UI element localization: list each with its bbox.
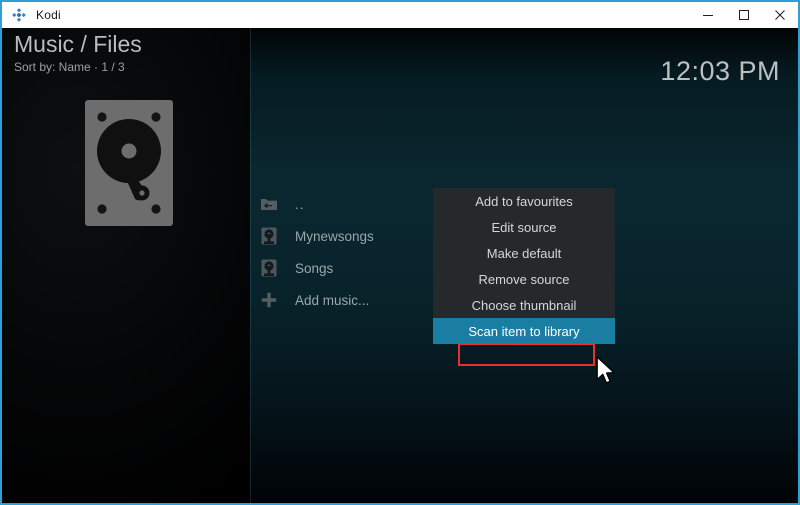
menu-item-choose-thumbnail[interactable]: Choose thumbnail — [433, 292, 615, 318]
context-menu: Add to favourites Edit source Make defau… — [433, 188, 615, 344]
menu-item-label: Make default — [487, 246, 561, 261]
close-button[interactable] — [762, 2, 798, 28]
maximize-icon — [738, 9, 750, 21]
maximize-button[interactable] — [726, 2, 762, 28]
file-list: .. Mynewsongs — [260, 188, 440, 316]
kodi-window: Kodi Music / File — [0, 0, 800, 505]
menu-item-remove-source[interactable]: Remove source — [433, 266, 615, 292]
list-item[interactable]: Add music... — [260, 284, 440, 316]
page-title: Music / Files — [14, 30, 142, 58]
minimize-icon — [702, 9, 714, 21]
minimize-button[interactable] — [690, 2, 726, 28]
mouse-pointer-icon — [596, 356, 618, 388]
list-item-label: .. — [295, 197, 305, 212]
music-drive-icon — [260, 227, 278, 245]
menu-item-scan-item-to-library[interactable]: Scan item to library — [433, 318, 615, 344]
list-item-label: Mynewsongs — [295, 229, 374, 244]
window-controls — [690, 2, 798, 28]
sort-info-label: Sort by: Name · 1 / 3 — [14, 59, 142, 75]
window-title: Kodi — [36, 8, 61, 22]
menu-item-label: Edit source — [491, 220, 556, 235]
menu-item-label: Add to favourites — [475, 194, 573, 209]
page-header: Music / Files Sort by: Name · 1 / 3 — [14, 30, 142, 75]
list-item[interactable]: Mynewsongs — [260, 220, 440, 252]
panel-divider — [250, 28, 251, 503]
kodi-client-area: Music / Files Sort by: Name · 1 / 3 12:0… — [2, 28, 798, 503]
kodi-logo-icon — [11, 7, 27, 23]
menu-item-edit-source[interactable]: Edit source — [433, 214, 615, 240]
parent-folder-icon — [260, 195, 278, 213]
menu-item-label: Remove source — [478, 272, 569, 287]
music-drive-icon — [260, 259, 278, 277]
plus-icon — [260, 291, 278, 309]
list-item[interactable]: Songs — [260, 252, 440, 284]
list-item-label: Add music... — [295, 293, 369, 308]
list-item[interactable]: .. — [260, 188, 440, 220]
close-icon — [774, 9, 786, 21]
window-titlebar[interactable]: Kodi — [2, 2, 798, 28]
menu-item-add-to-favourites[interactable]: Add to favourites — [433, 188, 615, 214]
hard-drive-icon — [84, 99, 174, 227]
menu-item-label: Scan item to library — [468, 324, 579, 339]
clock-label: 12:03 PM — [660, 56, 780, 87]
menu-item-label: Choose thumbnail — [472, 298, 577, 313]
menu-item-make-default[interactable]: Make default — [433, 240, 615, 266]
list-item-label: Songs — [295, 261, 333, 276]
